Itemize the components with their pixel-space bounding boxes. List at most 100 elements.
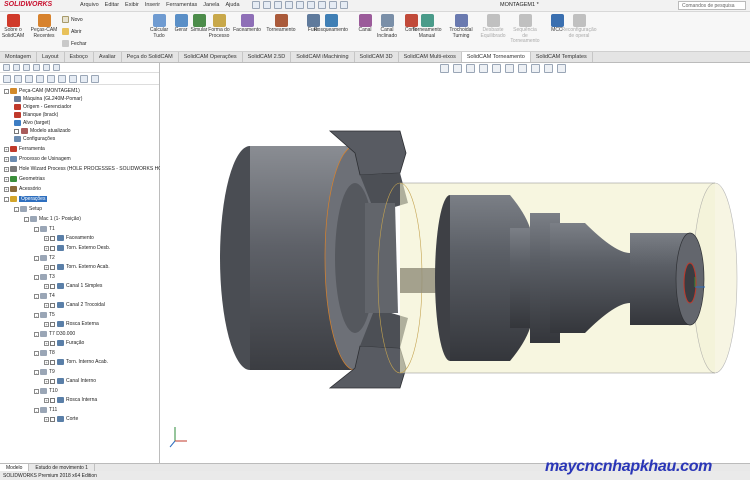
tree-item[interactable]: - Peça-CAM (MONTAGEM1) bbox=[4, 87, 80, 95]
tab-11[interactable]: SolidCAM Templates bbox=[531, 52, 593, 62]
tree-checkbox[interactable] bbox=[50, 283, 55, 289]
collapse-icon[interactable]: - bbox=[34, 293, 39, 299]
about-solidcam-button[interactable]: Sobre o SolidCAM bbox=[2, 14, 24, 39]
hide-show-icon[interactable] bbox=[518, 64, 527, 73]
expand-icon[interactable]: + bbox=[4, 186, 9, 192]
tree-item[interactable]: - T5 bbox=[34, 311, 55, 319]
print-icon[interactable] bbox=[296, 1, 304, 9]
ribbon-button-11[interactable]: Torneamento Manual bbox=[412, 14, 442, 39]
tab-5[interactable]: SolidCAM Operações bbox=[179, 52, 243, 62]
tab-9[interactable]: SolidCAM Multi-eixos bbox=[399, 52, 462, 62]
expand-icon[interactable]: + bbox=[4, 156, 9, 162]
tree-checkbox[interactable] bbox=[50, 302, 55, 308]
tree-checkbox[interactable] bbox=[14, 128, 19, 134]
tree-item[interactable]: + Ferramenta bbox=[4, 145, 45, 153]
ribbon-button-4[interactable]: Faceamento bbox=[233, 14, 261, 34]
rebuild-icon[interactable] bbox=[329, 1, 337, 9]
collapse-icon[interactable]: - bbox=[34, 350, 39, 356]
expand-icon[interactable] bbox=[69, 75, 77, 83]
tab-7[interactable]: SolidCAM iMachining bbox=[291, 52, 355, 62]
solidcam-manager-icon[interactable] bbox=[53, 64, 60, 71]
tree-item[interactable]: + Rosca Interna bbox=[44, 396, 97, 404]
tree-checkbox[interactable] bbox=[50, 378, 55, 384]
previous-view-icon[interactable] bbox=[466, 64, 475, 73]
tree-item[interactable]: + Hole Wizard Process (HOLE PROCESSES - S… bbox=[4, 165, 168, 173]
tab-0[interactable]: Montagem bbox=[0, 52, 37, 62]
menu-4[interactable]: Ferramentas bbox=[166, 2, 197, 8]
options-icon[interactable] bbox=[340, 1, 348, 9]
tree-item[interactable]: - T8 bbox=[34, 349, 55, 357]
tree-item[interactable]: + Canal 1 Simples bbox=[44, 282, 102, 290]
display-settings-icon[interactable] bbox=[557, 64, 566, 73]
collapse-icon[interactable]: - bbox=[4, 88, 9, 94]
tree-item[interactable]: - Setup bbox=[14, 205, 42, 213]
tool-icon[interactable] bbox=[14, 75, 22, 83]
expand-icon[interactable]: + bbox=[4, 146, 9, 152]
stop-icon[interactable] bbox=[80, 75, 88, 83]
collapse-icon[interactable]: - bbox=[34, 255, 39, 261]
expand-icon[interactable]: + bbox=[44, 302, 49, 308]
ribbon-button-12[interactable]: Trochoidal Turning bbox=[448, 14, 474, 39]
tree-item[interactable]: + Acessório bbox=[4, 185, 41, 193]
expand-icon[interactable]: + bbox=[4, 176, 9, 182]
collapse-icon[interactable] bbox=[58, 75, 66, 83]
new-button[interactable]: Novo bbox=[62, 16, 83, 23]
display-style-icon[interactable] bbox=[505, 64, 514, 73]
collapse-icon[interactable]: - bbox=[34, 369, 39, 375]
tree-item[interactable]: + Torn. Interno Acab. bbox=[44, 358, 108, 366]
menu-0[interactable]: Arquivo bbox=[80, 2, 99, 8]
collapse-icon[interactable]: - bbox=[34, 388, 39, 394]
menu-1[interactable]: Editar bbox=[105, 2, 119, 8]
save-icon[interactable] bbox=[285, 1, 293, 9]
tree-checkbox[interactable] bbox=[50, 416, 55, 422]
zoom-to-fit-icon[interactable] bbox=[440, 64, 449, 73]
tree-checkbox[interactable] bbox=[50, 359, 55, 365]
tab-6[interactable]: SolidCAM 2.5D bbox=[243, 52, 292, 62]
collapse-icon[interactable]: - bbox=[34, 312, 39, 318]
collapse-icon[interactable]: - bbox=[4, 196, 9, 202]
recent-cam-parts-button[interactable]: Peças-CAM Recentes bbox=[30, 14, 58, 39]
collapse-icon[interactable]: - bbox=[34, 407, 39, 413]
tree-item[interactable]: - T11 bbox=[34, 406, 57, 414]
undo-icon[interactable] bbox=[307, 1, 315, 9]
tab-3[interactable]: Avaliar bbox=[94, 52, 122, 62]
tree-item[interactable]: - T3 bbox=[34, 273, 55, 281]
expand-icon[interactable]: + bbox=[44, 340, 49, 346]
tree-item[interactable]: Alvo (target) bbox=[14, 119, 50, 127]
zoom-area-icon[interactable] bbox=[453, 64, 462, 73]
tab-4[interactable]: Peça do SolidCAM bbox=[122, 52, 179, 62]
expand-icon[interactable]: + bbox=[44, 359, 49, 365]
open-button[interactable]: Abrir bbox=[62, 28, 82, 35]
menu-6[interactable]: Ajuda bbox=[225, 2, 239, 8]
expand-icon[interactable]: + bbox=[44, 416, 49, 422]
display-manager-icon[interactable] bbox=[43, 64, 50, 71]
tree-item[interactable]: + Geometrias bbox=[4, 175, 45, 183]
document-icon[interactable] bbox=[3, 75, 11, 83]
ribbon-button-14[interactable]: Sequência de Torneamento bbox=[510, 14, 540, 45]
tree-checkbox[interactable] bbox=[50, 397, 55, 403]
dimxpert-icon[interactable] bbox=[33, 64, 40, 71]
ribbon-button-7[interactable]: Rosqueamento bbox=[314, 14, 348, 34]
collapse-icon[interactable]: - bbox=[14, 206, 19, 212]
gear-icon[interactable] bbox=[25, 75, 33, 83]
tree-checkbox[interactable] bbox=[50, 235, 55, 241]
feature-manager-icon[interactable] bbox=[3, 64, 10, 71]
expand-icon[interactable]: + bbox=[44, 283, 49, 289]
tree-checkbox[interactable] bbox=[50, 264, 55, 270]
tree-checkbox[interactable] bbox=[50, 321, 55, 327]
tree-item[interactable]: Configurações bbox=[14, 135, 55, 143]
new-file-icon[interactable] bbox=[263, 1, 271, 9]
search-icon[interactable] bbox=[36, 75, 44, 83]
open-icon[interactable] bbox=[274, 1, 282, 9]
ribbon-button-16[interactable]: Reconfiguração de operal bbox=[561, 14, 597, 39]
close-button[interactable]: Fechar bbox=[62, 40, 87, 47]
menu-2[interactable]: Exibir bbox=[125, 2, 139, 8]
view-orientation-icon[interactable] bbox=[492, 64, 501, 73]
ribbon-button-13[interactable]: Desbaste Equilibrado bbox=[480, 14, 506, 39]
expand-icon[interactable]: + bbox=[44, 321, 49, 327]
tree-item[interactable]: - T4 bbox=[34, 292, 55, 300]
appearance-icon[interactable] bbox=[531, 64, 540, 73]
tree-item[interactable]: Blanque (brack) bbox=[14, 111, 58, 119]
tree-checkbox[interactable] bbox=[50, 245, 55, 251]
tree-item[interactable]: + Torn. Externo Desb. bbox=[44, 244, 110, 252]
